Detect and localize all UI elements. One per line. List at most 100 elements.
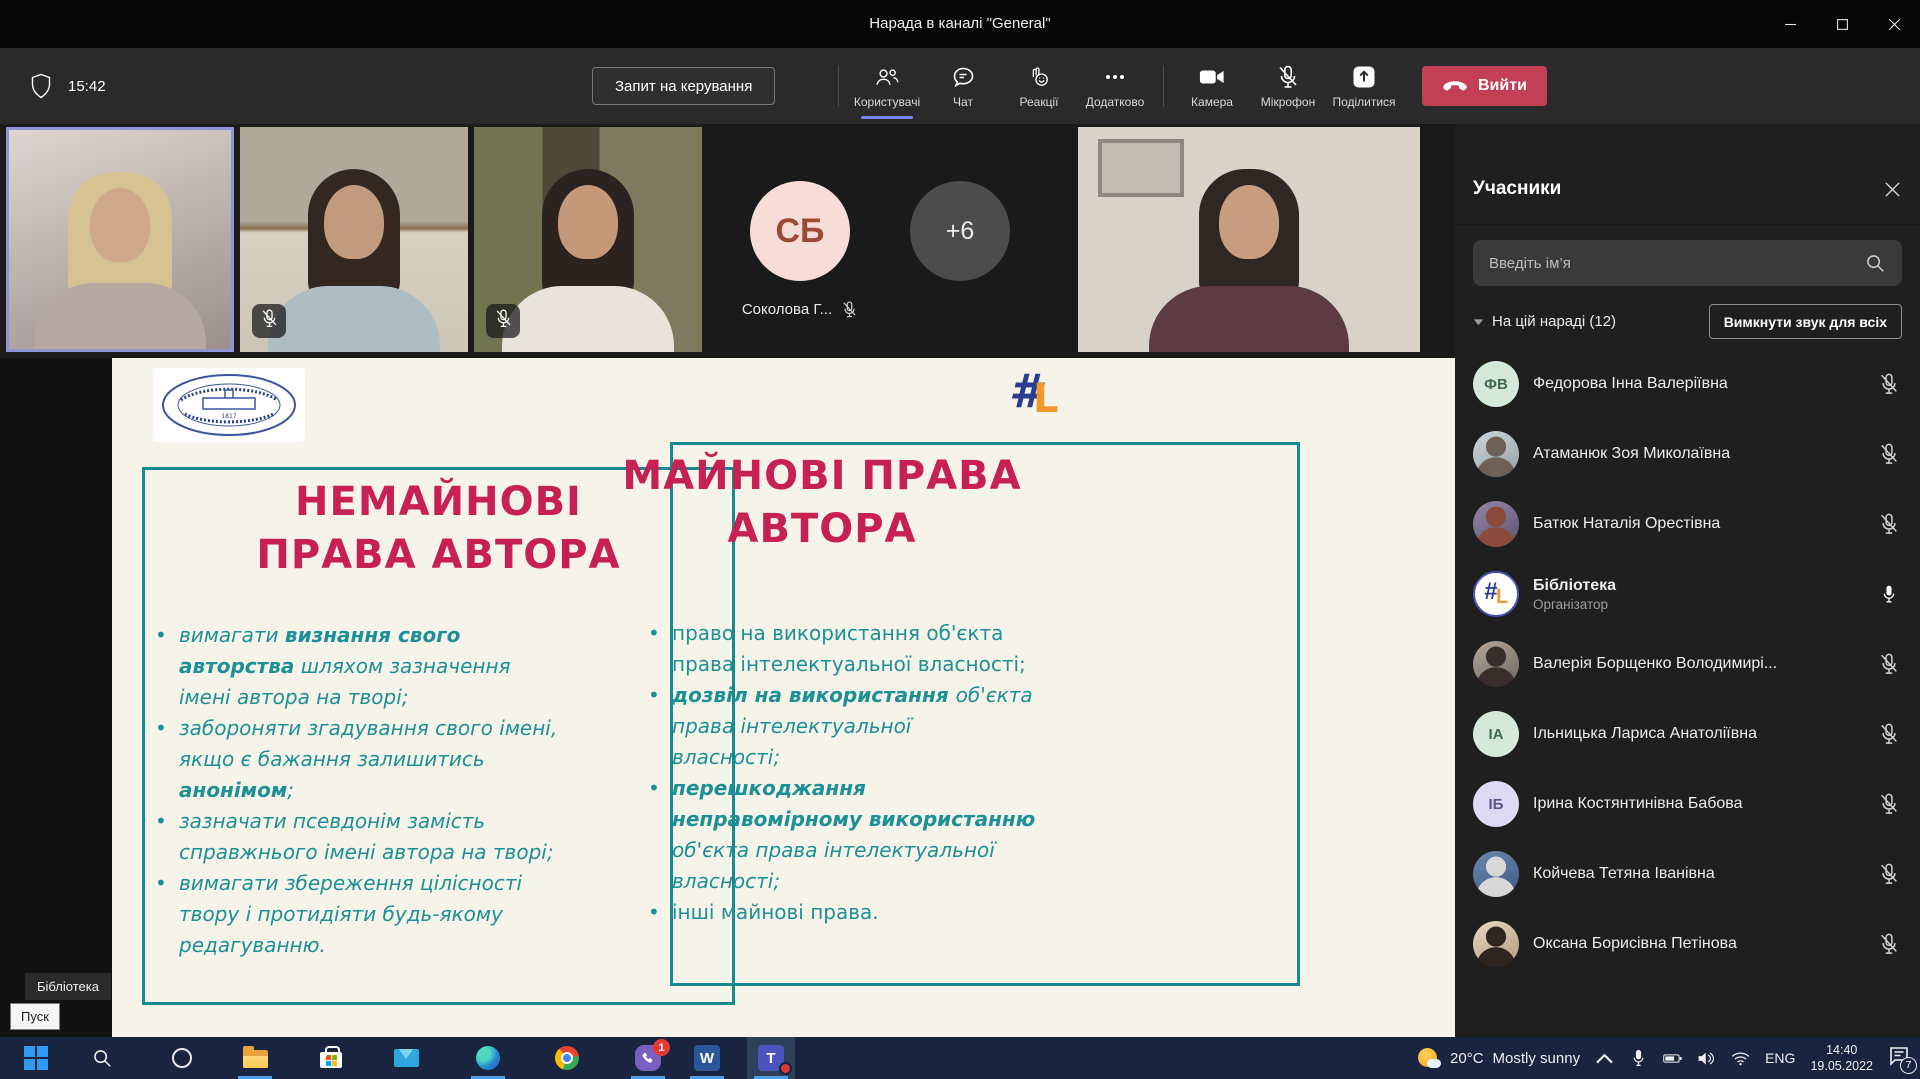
- avatar: ІБ: [1473, 781, 1519, 827]
- start-tooltip: Пуск: [10, 1003, 60, 1030]
- participant-name: Атаманюк Зоя Миколаївна: [1533, 445, 1862, 463]
- weather-icon: [1417, 1046, 1441, 1070]
- mute-all-button[interactable]: Вимкнути звук для всіх: [1709, 304, 1902, 339]
- video-strip: СБ +6 Соколова Г...: [0, 124, 1455, 358]
- mic-muted-icon[interactable]: [1876, 512, 1902, 536]
- mic-on-icon[interactable]: [1876, 583, 1902, 605]
- toolbar-cluster: КористувачіЧатРеакціїДодатково КамераМікр…: [828, 48, 1402, 124]
- search-icon: [1864, 252, 1886, 279]
- taskbar-preview-tooltip: Бібліотека: [25, 973, 111, 1000]
- action-center-icon[interactable]: 7: [1888, 1045, 1910, 1072]
- minimize-button[interactable]: [1764, 0, 1816, 48]
- avatar-tile-initials[interactable]: СБ: [750, 181, 850, 281]
- phone-hangup-icon: [1442, 80, 1468, 93]
- store-icon[interactable]: [307, 1037, 355, 1079]
- toolbar-item-camera[interactable]: Камера: [1174, 48, 1250, 124]
- slide-right-bullets: •право на використання об'єкта права інт…: [648, 618, 1078, 928]
- participant-row[interactable]: Койчева Тетяна Іванівна: [1455, 839, 1920, 909]
- mic-muted-icon[interactable]: [1876, 372, 1902, 396]
- request-control-button[interactable]: Запит на керування: [592, 67, 775, 105]
- toolbar-item-mic[interactable]: Мікрофон: [1250, 48, 1326, 124]
- participant-name: Койчева Тетяна Іванівна: [1533, 865, 1862, 883]
- mic-muted-icon: [1275, 64, 1301, 90]
- participant-name: Ірина Костянтинівна Бабова: [1533, 795, 1862, 813]
- volume-icon[interactable]: [1697, 1049, 1716, 1068]
- svg-text:1817: 1817: [221, 413, 236, 420]
- window-title: Нарада в каналі "General": [0, 0, 1920, 48]
- close-panel-icon[interactable]: [1883, 180, 1902, 199]
- chrome-icon[interactable]: [543, 1037, 591, 1079]
- slide-bullet: •дозвіл на використання об'єкта права ін…: [648, 680, 1078, 773]
- participant-name: Батюк Наталія Орестівна: [1533, 515, 1862, 533]
- system-tray: 20°C Mostly sunny ENG 14:40 19.05.2022 7: [1417, 1037, 1910, 1079]
- mic-tray-icon[interactable]: [1629, 1049, 1648, 1068]
- maximize-button[interactable]: [1816, 0, 1868, 48]
- video-tile-active-speaker[interactable]: [6, 127, 234, 352]
- toolbar-item-more[interactable]: Додатково: [1077, 48, 1153, 124]
- video-tile[interactable]: [474, 127, 702, 352]
- participant-row[interactable]: Батюк Наталія Орестівна: [1455, 489, 1920, 559]
- word-icon[interactable]: [683, 1037, 731, 1079]
- avatar-photo: [1473, 431, 1519, 477]
- wifi-icon[interactable]: [1731, 1049, 1750, 1068]
- participant-row[interactable]: Атаманюк Зоя Миколаївна: [1455, 419, 1920, 489]
- notification-badge: 7: [1900, 1057, 1917, 1074]
- mic-muted-icon[interactable]: [1876, 722, 1902, 746]
- viber-icon[interactable]: 1: [624, 1037, 672, 1079]
- avatar: ФВ: [1473, 361, 1519, 407]
- video-tile[interactable]: [240, 127, 468, 352]
- weather-widget[interactable]: 20°C Mostly sunny: [1417, 1046, 1580, 1070]
- slide-bullet: •інші майнові права.: [648, 897, 1078, 928]
- mic-muted-icon[interactable]: [1876, 862, 1902, 886]
- roster-section-toggle[interactable]: На цій нараді (12): [1473, 313, 1616, 330]
- participant-name: Оксана Борисівна Петінова: [1533, 935, 1862, 953]
- avatar-photo: [1473, 641, 1519, 687]
- participant-row[interactable]: ФВФедорова Інна Валеріївна: [1455, 349, 1920, 419]
- mic-muted-icon: [841, 300, 858, 319]
- participant-row[interactable]: ІАІльницька Лариса Анатоліївна: [1455, 699, 1920, 769]
- cortana-icon[interactable]: [158, 1037, 206, 1079]
- taskbar-search-icon[interactable]: [78, 1037, 126, 1079]
- toolbar-item-people[interactable]: Користувачі: [849, 48, 925, 124]
- mic-muted-badge: [486, 304, 520, 338]
- start-icon[interactable]: [12, 1037, 60, 1079]
- teams-icon[interactable]: [747, 1037, 795, 1079]
- edge-icon[interactable]: [464, 1037, 512, 1079]
- participant-row[interactable]: БібліотекаОрганізатор: [1455, 559, 1920, 629]
- slide-bullet: •забороняти згадування свого імені, якщо…: [155, 713, 635, 806]
- camera-icon: [1199, 64, 1225, 90]
- participant-name: Бібліотека: [1533, 577, 1862, 595]
- toolbar-item-reactions[interactable]: Реакції: [1001, 48, 1077, 124]
- participant-row[interactable]: Оксана Борисівна Петінова: [1455, 909, 1920, 979]
- chevron-up-icon[interactable]: [1595, 1049, 1614, 1068]
- meeting-timer: 15:42: [68, 78, 106, 95]
- search-input[interactable]: [1473, 240, 1902, 286]
- divider: [1163, 65, 1164, 107]
- file-explorer-icon[interactable]: [231, 1037, 279, 1079]
- chevron-down-icon: [1473, 318, 1484, 326]
- leave-button[interactable]: Вийти: [1422, 66, 1547, 106]
- clock[interactable]: 14:40 19.05.2022: [1810, 1042, 1873, 1074]
- mic-muted-icon[interactable]: [1876, 442, 1902, 466]
- participants-list: ФВФедорова Інна Валеріївна Атаманюк Зоя М…: [1455, 349, 1920, 979]
- toolbar-item-chat[interactable]: Чат: [925, 48, 1001, 124]
- participant-row[interactable]: ІБ Ірина Костянтинівна Бабова: [1455, 769, 1920, 839]
- language-indicator[interactable]: ENG: [1765, 1050, 1795, 1066]
- slide-bullet: •зазначати псевдонім замість справжнього…: [155, 806, 635, 868]
- app-badge: 1: [653, 1039, 670, 1056]
- battery-icon[interactable]: [1663, 1049, 1682, 1068]
- security-shield-icon: [30, 73, 52, 99]
- mail-icon[interactable]: [382, 1037, 430, 1079]
- mic-muted-badge: [252, 304, 286, 338]
- overflow-participants-badge[interactable]: +6: [910, 181, 1010, 281]
- participant-row[interactable]: Валерія Борщенко Володимирі...: [1455, 629, 1920, 699]
- mic-muted-icon[interactable]: [1876, 652, 1902, 676]
- close-window-button[interactable]: [1868, 0, 1920, 48]
- recording-dot: [779, 1062, 792, 1075]
- mic-muted-icon[interactable]: [1876, 792, 1902, 816]
- chat-icon: [950, 64, 976, 90]
- toolbar-item-share[interactable]: Поділитися: [1326, 48, 1402, 124]
- video-tile[interactable]: [1078, 127, 1420, 352]
- mic-muted-icon[interactable]: [1876, 932, 1902, 956]
- more-icon: [1102, 64, 1128, 90]
